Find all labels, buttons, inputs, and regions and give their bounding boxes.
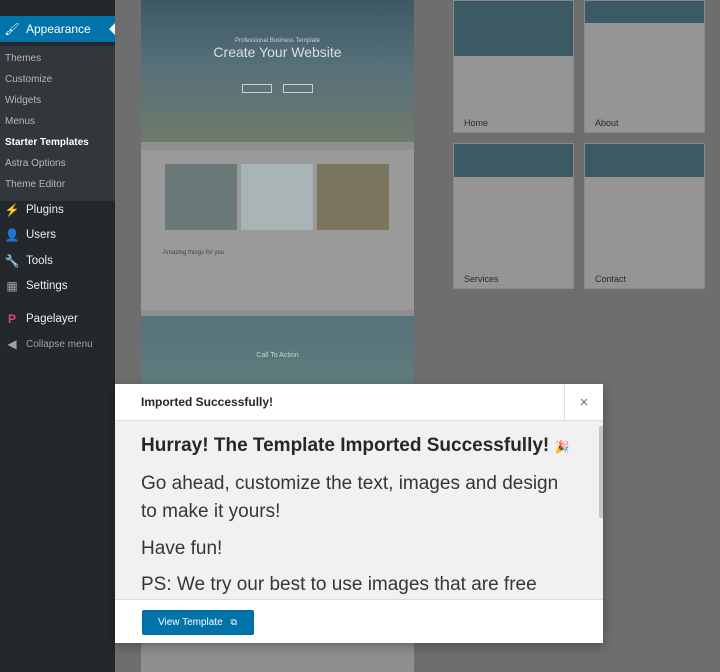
preview-bottom <box>141 640 414 672</box>
pagelayer-icon: P <box>7 312 16 326</box>
hero-title: Create Your Website <box>213 44 342 60</box>
template-card-label: Services <box>464 274 499 284</box>
cta-title: Call To Action <box>256 352 299 359</box>
thumb-header <box>454 1 573 56</box>
modal-paragraph: PS: We try our best to use images that a… <box>141 574 537 596</box>
confetti-icon: 🎉 <box>554 440 570 454</box>
preview-cta: Call To Action <box>141 316 414 386</box>
preview-image <box>317 164 389 230</box>
sidebar-item-pagelayer[interactable]: P Pagelayer <box>0 307 115 331</box>
user-icon: 👤 <box>4 228 20 242</box>
import-success-modal: Imported Successfully! × Hurray! The Tem… <box>115 384 603 643</box>
modal-paragraph: Have fun! <box>141 537 223 559</box>
submenu-item-astra-options[interactable]: Astra Options <box>0 153 115 174</box>
collapse-menu-button[interactable]: ◀ Collapse menu <box>0 332 115 356</box>
modal-title: Imported Successfully! <box>141 395 274 409</box>
template-card-home[interactable]: Home <box>453 0 574 133</box>
button-label: View Template <box>158 617 223 628</box>
sidebar-item-settings[interactable]: ▦ Settings <box>0 274 115 298</box>
hero-button <box>242 84 272 93</box>
sidebar-item-tools[interactable]: 🔧 Tools <box>0 249 115 273</box>
modal-body: Hurray! The Template Imported Successful… <box>115 421 603 599</box>
modal-header: Imported Successfully! × <box>115 384 603 421</box>
view-template-button[interactable]: View Template ⧉ <box>142 610 254 635</box>
sidebar-item-label: Appearance <box>26 22 91 36</box>
external-link-icon: ⧉ <box>230 617 237 627</box>
template-card-label: Contact <box>595 274 627 284</box>
preview-image <box>165 164 237 230</box>
preview-section: Amazing things for you <box>141 150 414 310</box>
wrench-icon: 🔧 <box>4 254 20 268</box>
current-menu-arrow <box>109 23 115 35</box>
submenu-item-theme-editor[interactable]: Theme Editor <box>0 174 115 195</box>
paintbrush-icon: 🖌 <box>4 22 20 36</box>
close-icon[interactable]: × <box>564 384 603 421</box>
thumb-header <box>585 1 704 23</box>
sidebar-item-users[interactable]: 👤 Users <box>0 223 115 247</box>
template-card-label: About <box>595 118 619 128</box>
admin-sidebar: 🖌 Appearance Themes Customize Widgets Me… <box>0 0 115 672</box>
thumb-header <box>454 144 573 177</box>
submenu-item-starter-templates[interactable]: Starter Templates <box>0 132 115 153</box>
sidebar-item-appearance[interactable]: 🖌 Appearance <box>0 16 115 42</box>
heading-text: Hurray! The Template Imported Successful… <box>141 435 550 456</box>
preview-image <box>241 164 313 230</box>
thumb-header <box>585 144 704 177</box>
sidebar-item-label: Settings <box>26 280 68 292</box>
template-card-label: Home <box>464 118 489 128</box>
section-text: Amazing things for you <box>163 250 225 256</box>
modal-footer: View Template ⧉ <box>115 599 603 643</box>
submenu-item-widgets[interactable]: Widgets <box>0 90 115 111</box>
submenu-item-customize[interactable]: Customize <box>0 69 115 90</box>
modal-paragraph: Go ahead, customize the text, images and… <box>141 472 559 523</box>
hero-button <box>283 84 313 93</box>
sidebar-item-label: Tools <box>26 255 53 267</box>
appearance-submenu: Themes Customize Widgets Menus Starter T… <box>0 46 115 201</box>
sidebar-item-label: Plugins <box>26 204 64 216</box>
collapse-label: Collapse menu <box>26 338 93 350</box>
modal-scrollbar[interactable] <box>599 426 603 518</box>
settings-icon: ▦ <box>6 279 18 293</box>
submenu-item-themes[interactable]: Themes <box>0 48 115 69</box>
template-card-contact[interactable]: Contact <box>584 143 705 289</box>
template-card-services[interactable]: Services <box>453 143 574 289</box>
preview-hero: Professional Business Template Create Yo… <box>141 0 414 142</box>
sidebar-item-plugins[interactable]: ⚡ Plugins <box>0 198 115 222</box>
template-card-about[interactable]: About <box>584 0 705 133</box>
plug-icon: ⚡ <box>4 203 20 217</box>
modal-heading: Hurray! The Template Imported Successful… <box>141 435 577 458</box>
submenu-item-menus[interactable]: Menus <box>0 111 115 132</box>
collapse-icon: ◀ <box>7 337 17 351</box>
sidebar-item-label: Pagelayer <box>26 313 78 325</box>
sidebar-item-label: Users <box>26 229 57 241</box>
